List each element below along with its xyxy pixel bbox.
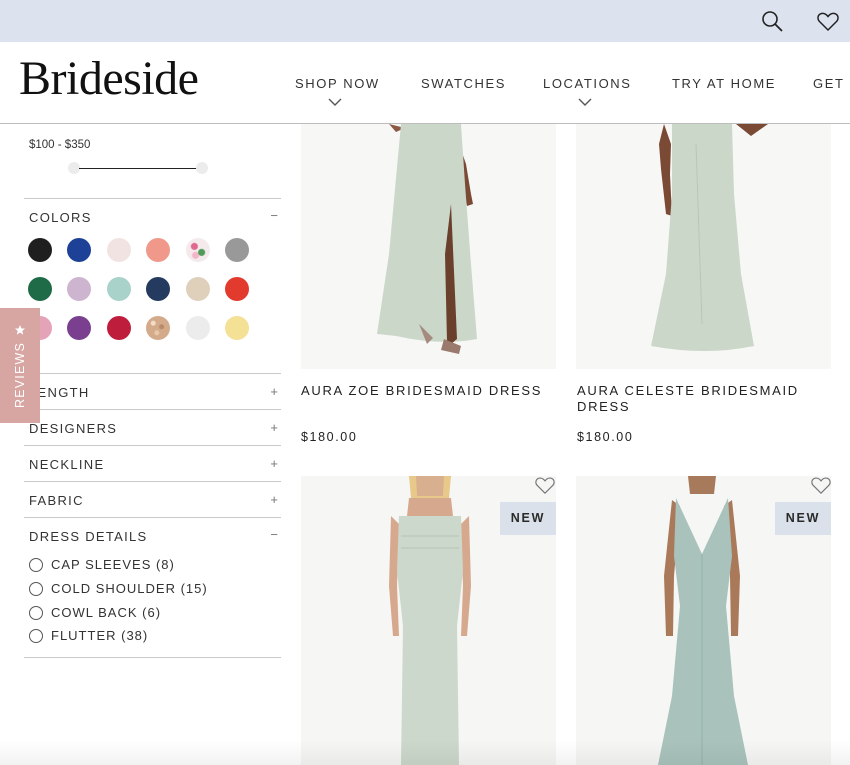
radio-button[interactable] (29, 605, 43, 620)
heart-outline-icon[interactable] (534, 475, 556, 495)
radio-button[interactable] (29, 581, 43, 596)
product-price: $180.00 (577, 430, 634, 444)
product-image[interactable] (301, 124, 556, 369)
nav-get-inspired[interactable]: GET I (813, 76, 850, 91)
heart-outline-icon[interactable] (810, 475, 832, 495)
divider (24, 481, 281, 482)
price-slider-track[interactable] (79, 168, 197, 169)
site-header: Brideside SHOP NOW SWATCHES LOCATIONS TR… (0, 42, 850, 124)
divider (24, 517, 281, 518)
length-expand-toggle[interactable]: + (270, 384, 278, 399)
dress-detail-option[interactable]: CAP SLEEVES (8) (29, 557, 175, 572)
dress-detail-option[interactable]: COWL BACK (6) (29, 605, 161, 620)
nav-shop-now[interactable]: SHOP NOW (295, 76, 380, 91)
color-swatch-blush[interactable] (107, 238, 131, 262)
divider (24, 657, 281, 658)
reviews-label: REVIEWS (13, 341, 27, 408)
color-swatch-glitter[interactable] (146, 316, 170, 340)
product-title[interactable]: AURA ZOE BRIDESMAID DRESS (301, 383, 556, 399)
fabric-filter-title[interactable]: FABRIC (29, 493, 84, 508)
fabric-expand-toggle[interactable]: + (270, 492, 278, 507)
chevron-down-icon (328, 98, 342, 106)
divider (24, 198, 281, 199)
color-swatch-wine[interactable] (107, 316, 131, 340)
price-range-label: $100 - $350 (29, 139, 91, 151)
dress-detail-option[interactable]: FLUTTER (38) (29, 628, 148, 643)
brand-logo[interactable]: Brideside (19, 55, 199, 103)
designers-filter-title[interactable]: DESIGNERS (29, 421, 117, 436)
neckline-expand-toggle[interactable]: + (270, 456, 278, 471)
color-swatch-gray[interactable] (225, 238, 249, 262)
divider (24, 445, 281, 446)
divider (24, 409, 281, 410)
color-swatch-red[interactable] (225, 277, 249, 301)
color-swatch-coral[interactable] (146, 238, 170, 262)
color-swatch-black[interactable] (28, 238, 52, 262)
colors-collapse-toggle[interactable]: − (270, 208, 278, 223)
color-swatch-lilac[interactable] (67, 277, 91, 301)
color-swatch-yellow[interactable] (225, 316, 249, 340)
divider (24, 373, 281, 374)
dress-photo (651, 124, 768, 351)
utility-bar (0, 0, 850, 42)
search-icon[interactable] (760, 9, 784, 33)
star-icon (15, 324, 25, 335)
product-image[interactable] (576, 124, 831, 369)
designers-expand-toggle[interactable]: + (270, 420, 278, 435)
color-swatch-emerald[interactable] (28, 277, 52, 301)
radio-button[interactable] (29, 628, 43, 643)
colors-filter-title[interactable]: COLORS (29, 210, 92, 225)
heart-icon[interactable] (816, 9, 840, 33)
nav-swatches[interactable]: SWATCHES (421, 76, 506, 91)
product-title[interactable]: AURA CELESTE BRIDESMAID DRESS (577, 383, 817, 415)
color-swatch-royal-blue[interactable] (67, 238, 91, 262)
nav-try-at-home[interactable]: TRY AT HOME (672, 76, 776, 91)
dress-photo (377, 124, 477, 354)
color-swatch-floral-print[interactable] (186, 238, 210, 262)
price-slider-max-handle[interactable] (196, 162, 208, 174)
color-swatch-purple[interactable] (67, 316, 91, 340)
dress-detail-option[interactable]: COLD SHOULDER (15) (29, 581, 208, 596)
chevron-down-icon (578, 98, 592, 106)
reviews-tab[interactable]: REVIEWS (0, 308, 40, 423)
dress-details-filter-title[interactable]: DRESS DETAILS (29, 529, 148, 544)
color-swatch-navy[interactable] (146, 277, 170, 301)
radio-button[interactable] (29, 557, 43, 572)
color-swatch-seafoam[interactable] (107, 277, 131, 301)
nav-locations[interactable]: LOCATIONS (543, 76, 632, 91)
new-badge: NEW (775, 502, 831, 535)
new-badge: NEW (500, 502, 556, 535)
color-swatch-ivory[interactable] (186, 316, 210, 340)
dress-details-collapse-toggle[interactable]: − (270, 527, 278, 542)
color-swatch-champagne[interactable] (186, 277, 210, 301)
product-price: $180.00 (301, 430, 358, 444)
neckline-filter-title[interactable]: NECKLINE (29, 457, 104, 472)
